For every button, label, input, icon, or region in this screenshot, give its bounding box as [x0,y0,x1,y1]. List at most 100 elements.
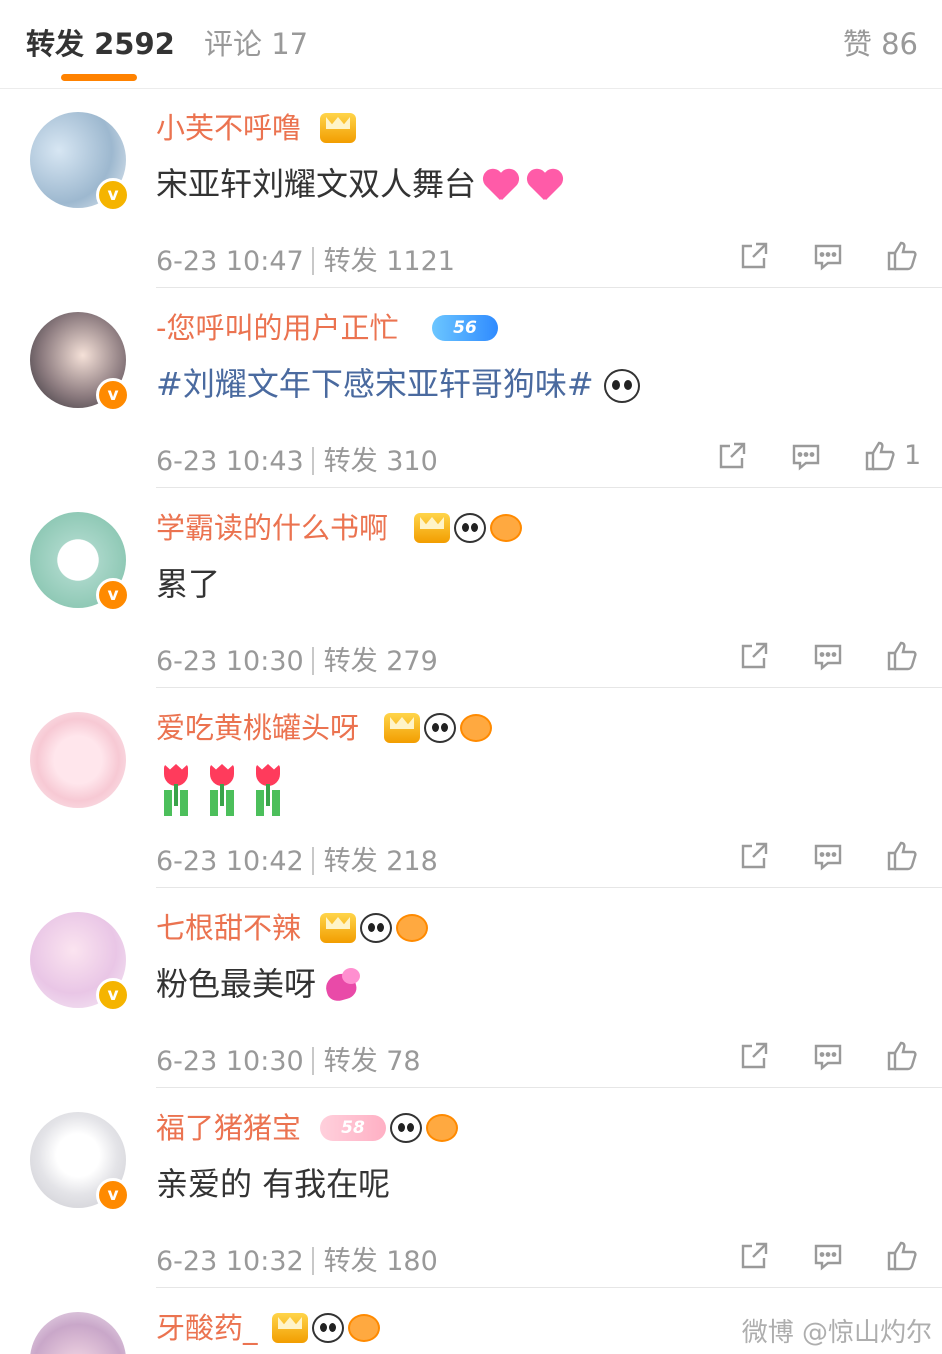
like-icon[interactable] [884,838,920,874]
share-icon[interactable] [736,638,772,674]
like-icon[interactable] [884,1238,920,1274]
verified-badge-icon: v [96,1178,130,1212]
like-icon[interactable] [862,438,898,474]
repost-count: 转发 180 [323,1246,438,1277]
meta-divider [311,446,314,475]
timestamp: 6-23 10:47 [156,246,304,277]
heart-emoji-icon [482,168,520,204]
avatar[interactable] [30,1312,126,1354]
repost-text [158,762,296,808]
user-name[interactable]: -您呼叫的用户正忙 [156,308,398,348]
panda-badge-icon [454,513,486,543]
meta-row: 6-23 10:42 转发 218 [156,844,438,880]
list-item[interactable]: v 七根甜不辣 粉色最美呀 6-23 10:30 转发 78 [0,888,942,1088]
tab-bar: 转发 2592 评论 17 赞 86 [0,0,942,89]
list-item[interactable]: 爱吃黄桃罐头呀 6-23 10:42 转发 218 [0,688,942,888]
verified-badge-icon: v [96,178,130,212]
timestamp: 6-23 10:43 [156,446,304,477]
list-item[interactable]: v 福了猪猪宝 58 亲爱的 有我在呢 6-23 10:32 转发 180 [0,1088,942,1288]
meta-divider [311,1246,314,1275]
repost-text: 累了 [156,565,221,603]
list-item[interactable]: v 学霸读的什么书啊 累了 6-23 10:30 转发 279 [0,488,942,688]
comment-icon[interactable] [810,1038,846,1074]
comment-icon[interactable] [810,838,846,874]
comment-icon[interactable] [810,1238,846,1274]
crown-badge-icon [384,713,420,743]
avatar[interactable] [30,712,126,808]
user-name[interactable]: 牙酸药_ [156,1308,258,1348]
share-icon[interactable] [714,438,750,474]
meta-row: 6-23 10:47 转发 1121 [156,244,455,280]
tulip-emoji-icon [250,764,286,808]
user-badges [272,1310,380,1346]
repost-count: 转发 279 [323,646,438,677]
meta-row: 6-23 10:43 转发 310 [156,444,438,480]
repost-text: 宋亚轩刘耀文双人舞台 [156,162,564,206]
user-badges [320,110,356,146]
crown-badge-icon [320,913,356,943]
panda-badge-icon [390,1113,422,1143]
user-name[interactable]: 小芙不呼噜 [156,108,301,148]
fish-badge-icon [460,714,492,742]
comment-icon[interactable] [788,438,824,474]
user-badges [414,510,522,546]
repost-text-content: 粉色最美呀 [156,965,317,1003]
repost-count: 转发 218 [323,846,438,877]
panda-emoji-icon [603,369,640,403]
fish-badge-icon [490,514,522,542]
share-icon[interactable] [736,838,772,874]
tab-repost[interactable]: 转发 2592 [26,24,175,64]
comment-icon[interactable] [810,238,846,274]
meta-divider [311,1046,314,1075]
user-badges [384,710,492,746]
like-icon[interactable] [884,1038,920,1074]
meta-row: 6-23 10:30 转发 279 [156,644,438,680]
list-item[interactable]: v -您呼叫的用户正忙 56 #刘耀文年下感宋亚轩哥狗味# 6-23 10:43… [0,288,942,488]
verified-badge-icon: v [96,978,130,1012]
repost-text-content: 宋亚轩刘耀文双人舞台 [156,165,477,203]
like-icon[interactable] [884,238,920,274]
fish-badge-icon [396,914,428,942]
active-tab-indicator [61,74,137,81]
panda-badge-icon [424,713,456,743]
like-count: 1 [904,440,922,471]
user-name[interactable]: 爱吃黄桃罐头呀 [156,708,359,748]
heart-emoji-icon [526,168,564,204]
crown-badge-icon [320,113,356,143]
tab-comment[interactable]: 评论 17 [204,24,308,64]
user-name[interactable]: 学霸读的什么书啊 [156,508,388,548]
user-badges: 56 [432,310,498,346]
level-badge: 56 [432,315,498,341]
repost-text: 粉色最美呀 [156,962,362,1006]
share-icon[interactable] [736,238,772,274]
meta-divider [311,646,314,675]
user-badges: 58 [320,1110,458,1146]
share-icon[interactable] [736,1238,772,1274]
meta-row: 6-23 10:32 转发 180 [156,1244,438,1280]
share-icon[interactable] [736,1038,772,1074]
two-hearts-emoji-icon [322,968,362,1004]
comment-icon[interactable] [810,638,846,674]
repost-text: 亲爱的 有我在呢 [156,1165,391,1203]
timestamp: 6-23 10:30 [156,646,304,677]
meta-divider [311,246,314,275]
list-item[interactable]: v 小芙不呼噜 宋亚轩刘耀文双人舞台 6-23 10:47 转发 1121 [0,88,942,288]
tab-like[interactable]: 赞 86 [843,24,918,64]
user-name[interactable]: 七根甜不辣 [156,908,301,948]
watermark: 微博 @惊山灼尔 [741,1318,932,1348]
crown-badge-icon [272,1313,308,1343]
like-icon[interactable] [884,638,920,674]
meta-divider [311,846,314,875]
repost-text: #刘耀文年下感宋亚轩哥狗味# [156,362,640,406]
panda-badge-icon [360,913,392,943]
repost-count: 转发 310 [323,446,438,477]
timestamp: 6-23 10:30 [156,1046,304,1077]
repost-count: 转发 78 [323,1046,421,1077]
user-name[interactable]: 福了猪猪宝 [156,1108,301,1148]
topic-link[interactable]: #刘耀文年下感宋亚轩哥狗味# [156,365,594,403]
tulip-emoji-icon [204,764,240,808]
fish-badge-icon [348,1314,380,1342]
crown-badge-icon [414,513,450,543]
user-badges [320,910,428,946]
verified-badge-icon: v [96,578,130,612]
